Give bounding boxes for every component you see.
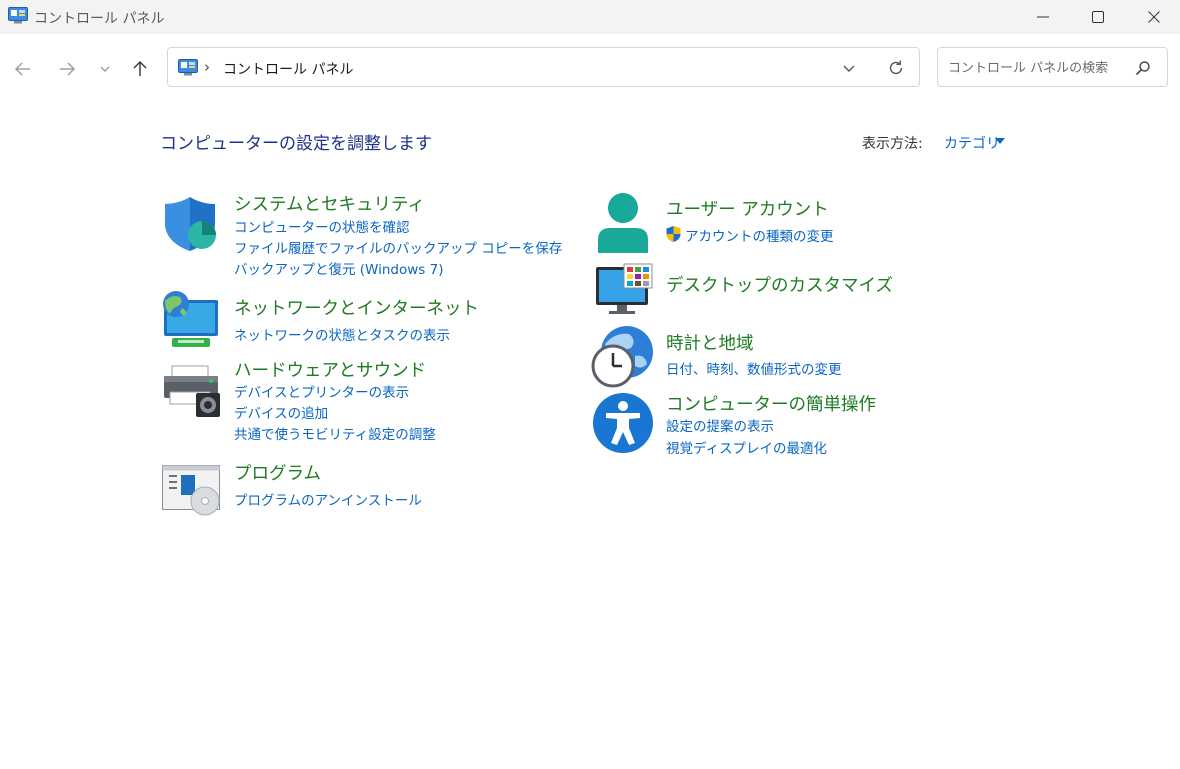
navigation-bar: › コントロール パネル (0, 34, 1180, 100)
link-optimize-visual-display[interactable]: 視覚ディスプレイの最適化 (666, 437, 827, 457)
arrow-left-icon (15, 62, 30, 76)
close-button[interactable] (1126, 0, 1180, 34)
close-icon (1148, 11, 1160, 23)
network-globe-icon[interactable] (160, 290, 222, 350)
arrow-right-icon (60, 62, 75, 76)
accessibility-icon[interactable] (592, 392, 654, 454)
printer-icon[interactable] (162, 362, 222, 420)
category-programs[interactable]: プログラム (234, 460, 321, 485)
title-bar: コントロール パネル (0, 0, 1180, 34)
user-icon[interactable] (595, 192, 651, 254)
uac-shield-icon (666, 226, 681, 242)
category-ease-of-access[interactable]: コンピューターの簡単操作 (666, 391, 876, 416)
refresh-icon (889, 60, 903, 75)
address-dropdown-button[interactable] (840, 59, 858, 77)
search-input[interactable] (946, 56, 1130, 80)
desktop-monitor-icon[interactable] (595, 263, 653, 315)
link-file-history-backup[interactable]: ファイル履歴でファイルのバックアップ コピーを保存 (234, 237, 562, 257)
recent-locations-button[interactable] (91, 55, 119, 83)
chevron-down-icon (843, 65, 855, 72)
minimize-icon (1037, 16, 1049, 18)
programs-icon[interactable] (161, 461, 223, 517)
link-change-account-type[interactable]: アカウントの種類の変更 (685, 225, 834, 245)
window-title: コントロール パネル (34, 11, 165, 27)
link-network-status[interactable]: ネットワークの状態とタスクの表示 (234, 324, 450, 344)
maximize-button[interactable] (1070, 0, 1126, 34)
category-system-security[interactable]: システムとセキュリティ (234, 191, 425, 216)
link-mobility-settings[interactable]: 共通で使うモビリティ設定の調整 (234, 423, 436, 443)
link-change-date-time-format[interactable]: 日付、時刻、数値形式の変更 (666, 358, 842, 378)
link-add-device[interactable]: デバイスの追加 (234, 402, 328, 422)
search-box (937, 47, 1168, 87)
breadcrumb-separator-icon[interactable]: › (204, 58, 210, 76)
category-hardware-sound[interactable]: ハードウェアとサウンド (234, 357, 426, 382)
caret-down-icon[interactable] (995, 138, 1005, 145)
control-panel-icon (178, 59, 198, 76)
view-by-label: 表示方法: (862, 136, 923, 152)
forward-button[interactable] (53, 55, 81, 83)
breadcrumb[interactable]: コントロール パネル (223, 59, 353, 79)
link-check-computer-status[interactable]: コンピューターの状態を確認 (234, 216, 410, 236)
link-uninstall-program[interactable]: プログラムのアンインストール (234, 489, 422, 509)
minimize-button[interactable] (1015, 0, 1071, 34)
clock-globe-icon[interactable] (591, 324, 655, 388)
maximize-icon (1092, 11, 1104, 23)
chevron-down-icon (100, 66, 110, 72)
category-network-internet[interactable]: ネットワークとインターネット (234, 295, 479, 320)
link-suggested-settings[interactable]: 設定の提案の表示 (666, 415, 774, 435)
view-by-dropdown[interactable]: カテゴリ (944, 133, 1000, 153)
back-button[interactable] (9, 55, 37, 83)
link-backup-restore[interactable]: バックアップと復元 (Windows 7) (234, 258, 443, 278)
up-button[interactable] (126, 55, 154, 83)
refresh-button[interactable] (886, 58, 906, 78)
control-panel-icon (8, 7, 28, 24)
shield-icon[interactable] (160, 195, 220, 253)
category-clock-region[interactable]: 時計と地域 (666, 330, 754, 355)
category-user-accounts[interactable]: ユーザー アカウント (666, 196, 829, 221)
link-devices-printers[interactable]: デバイスとプリンターの表示 (234, 381, 409, 401)
search-icon (1135, 61, 1150, 76)
category-appearance[interactable]: デスクトップのカスタマイズ (666, 272, 893, 297)
page-title: コンピューターの設定を調整します (160, 134, 432, 154)
address-bar[interactable]: › コントロール パネル (167, 47, 920, 87)
search-button[interactable] (1135, 60, 1151, 76)
arrow-up-icon (133, 61, 147, 76)
